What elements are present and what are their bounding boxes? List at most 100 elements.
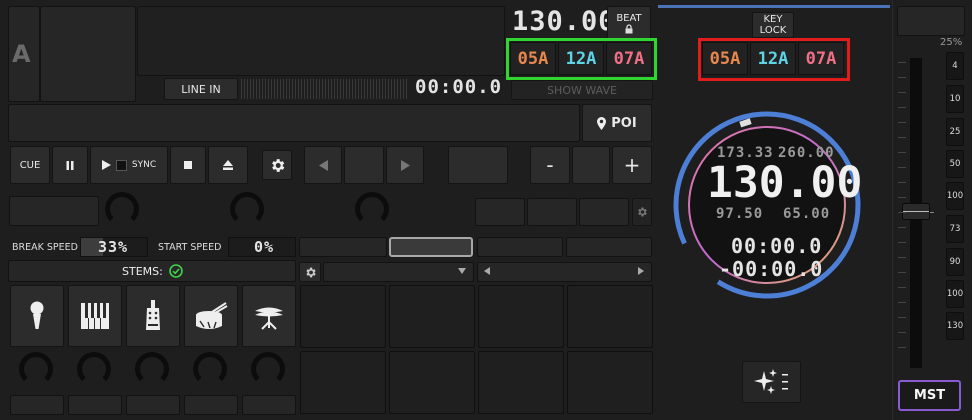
pause-button[interactable] — [52, 146, 88, 184]
gear-icon — [271, 158, 284, 172]
microphone-icon — [30, 301, 44, 329]
pitch-range-73[interactable]: 73 — [946, 215, 964, 243]
key-lock-label-2: LOCK — [759, 25, 787, 36]
key-right-3[interactable]: 07A — [798, 42, 844, 75]
stem-knob-vocal[interactable] — [19, 352, 53, 386]
pads-page-selector[interactable] — [477, 262, 652, 282]
pad-mode-4[interactable] — [566, 237, 652, 257]
key-right-1[interactable]: 05A — [702, 42, 748, 75]
effect-slot-1[interactable] — [9, 196, 99, 226]
poi-label: POI — [611, 115, 637, 131]
stem-mute-hihat[interactable] — [242, 395, 296, 415]
pads-page-dropdown[interactable] — [323, 262, 474, 282]
pad-mode-3[interactable] — [477, 237, 563, 257]
loop-button[interactable] — [448, 146, 508, 184]
loop-next-button[interactable] — [386, 146, 424, 184]
stem-guitar-button[interactable] — [126, 285, 180, 347]
pitch-range-100a[interactable]: 100 — [946, 182, 964, 210]
poi-button[interactable]: POI — [582, 104, 652, 142]
stem-hihat-button[interactable] — [242, 285, 296, 347]
pads-settings-button[interactable] — [299, 262, 321, 282]
pitch-range-130[interactable]: 130 — [946, 312, 964, 340]
eject-icon — [223, 160, 233, 170]
deck-settings-button[interactable] — [262, 150, 292, 180]
pitch-plus-button[interactable]: + — [612, 146, 652, 184]
key-left-2[interactable]: 12A — [558, 42, 604, 75]
cue-button[interactable]: CUE — [10, 146, 50, 184]
pitch-range-25[interactable]: 25 — [946, 118, 964, 146]
stem-mute-drums[interactable] — [184, 395, 238, 415]
stem-mute-keys[interactable] — [68, 395, 122, 415]
performance-pad-3[interactable] — [478, 285, 564, 348]
stem-vocal-button[interactable] — [10, 285, 64, 347]
hihat-icon — [255, 307, 283, 330]
sync-checkbox[interactable] — [115, 159, 127, 171]
key-lock-button[interactable]: KEY LOCK — [752, 12, 794, 38]
stem-knob-guitar[interactable] — [135, 352, 169, 386]
pause-icon — [66, 160, 74, 170]
stem-knob-keys[interactable] — [77, 352, 111, 386]
start-speed-value: 0% — [254, 238, 275, 256]
stem-knob-drums[interactable] — [193, 352, 227, 386]
performance-pad-7[interactable] — [478, 351, 564, 414]
deck-letter: A — [12, 40, 31, 68]
pitch-range-100b[interactable]: 100 — [946, 280, 964, 308]
pitch-top-panel — [897, 6, 965, 36]
pitch-range-50[interactable]: 50 — [946, 150, 964, 178]
performance-pad-2[interactable] — [389, 285, 475, 348]
piano-icon — [81, 303, 109, 329]
stem-knob-hihat[interactable] — [251, 352, 285, 386]
caret-right-icon[interactable] — [638, 267, 644, 275]
pitch-range-10[interactable]: 10 — [946, 85, 964, 113]
pitch-minus-button[interactable]: - — [530, 146, 570, 184]
loop-prev-button[interactable] — [304, 146, 342, 184]
loop-size-display — [344, 146, 384, 184]
stems-label: STEMS: — [122, 265, 163, 278]
waveform-area — [137, 6, 505, 76]
stop-button[interactable] — [170, 146, 206, 184]
line-in-button[interactable]: LINE IN — [164, 78, 238, 100]
magic-effects-button[interactable] — [742, 361, 801, 403]
bpm-readout: 130.00 — [512, 6, 616, 37]
effect-knob-2[interactable] — [230, 192, 264, 226]
performance-pad-8[interactable] — [567, 351, 653, 414]
key-lock-label-1: KEY — [763, 14, 783, 25]
effect-knob-3[interactable] — [355, 192, 389, 226]
drum-icon — [196, 302, 228, 329]
show-wave-button[interactable]: SHOW WAVE — [511, 80, 653, 100]
pitch-range-4[interactable]: 4 — [946, 52, 964, 80]
key-left-3[interactable]: 07A — [606, 42, 652, 75]
triangle-right-icon — [400, 159, 410, 171]
lock-icon — [625, 23, 633, 33]
master-button[interactable]: MST — [898, 380, 961, 411]
artwork-area — [40, 6, 136, 102]
pad-mode-1[interactable] — [299, 237, 387, 257]
pad-mode-2-selected[interactable] — [389, 237, 473, 257]
effect-knob-1[interactable] — [105, 192, 139, 226]
eject-button[interactable] — [208, 146, 248, 184]
performance-pad-4[interactable] — [567, 285, 653, 348]
level-meter — [241, 79, 407, 99]
play-sync-button[interactable]: SYNC — [90, 146, 168, 184]
effect-slot-3[interactable] — [527, 198, 577, 226]
performance-pad-1[interactable] — [300, 285, 386, 348]
beat-lock-button[interactable]: BEAT — [607, 6, 651, 40]
effect-slot-4[interactable] — [579, 198, 629, 226]
time-readout-top: 00:00.0 — [415, 76, 503, 98]
stem-mute-guitar[interactable] — [126, 395, 180, 415]
guitar-icon — [146, 300, 160, 330]
stop-icon — [184, 161, 192, 169]
performance-pad-5[interactable] — [300, 351, 386, 414]
elapsed-time: 00:00.0 — [731, 234, 823, 258]
pitch-range-90[interactable]: 90 — [946, 248, 964, 276]
pitch-fader-handle[interactable] — [902, 203, 930, 220]
key-left-1[interactable]: 05A — [510, 42, 556, 75]
effect-slot-2[interactable] — [475, 198, 525, 226]
effect-settings-button[interactable] — [632, 198, 652, 226]
stem-keys-button[interactable] — [68, 285, 122, 347]
key-right-2[interactable]: 12A — [750, 42, 796, 75]
caret-left-icon[interactable] — [484, 267, 490, 275]
stem-drums-button[interactable] — [184, 285, 238, 347]
stem-mute-vocal[interactable] — [10, 395, 64, 415]
performance-pad-6[interactable] — [389, 351, 475, 414]
